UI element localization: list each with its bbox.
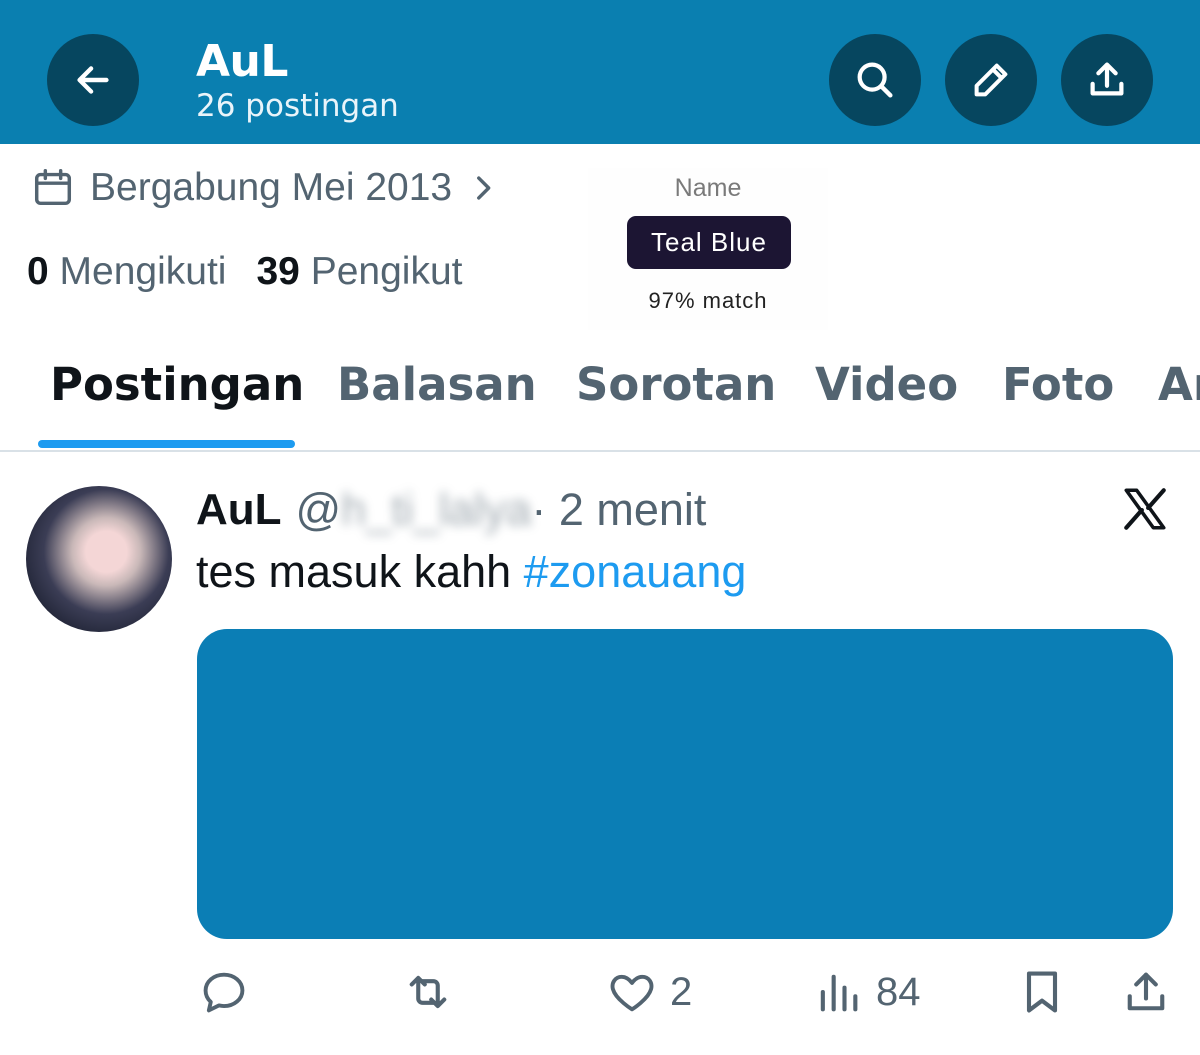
bookmark-button[interactable]: [1016, 966, 1068, 1018]
joined-date-row[interactable]: Bergabung Mei 2013: [30, 163, 500, 213]
view-count: 84: [876, 969, 921, 1014]
views-icon: [820, 974, 858, 1012]
post-header: AuL @h_ti_lalya · 2 menit: [196, 480, 706, 540]
views-button[interactable]: 84: [812, 966, 921, 1018]
search-icon: [857, 62, 893, 98]
reply-icon: [203, 972, 245, 1013]
tab-foto[interactable]: Foto: [1002, 358, 1114, 411]
back-button[interactable]: [47, 34, 139, 126]
hashtag-link[interactable]: #zonauang: [524, 546, 747, 597]
post-body: tes masuk kahh: [196, 546, 524, 597]
following-count: 0: [27, 250, 49, 293]
profile-tabs: Postingan Balasan Sorotan Video Foto Ar: [0, 330, 1200, 452]
color-name-label: Name: [674, 174, 742, 202]
calendar-icon: [34, 169, 72, 206]
color-name-value: Teal Blue: [627, 216, 791, 269]
like-count: 2: [670, 969, 693, 1014]
handle-blurred: h_ti_lalya: [341, 484, 532, 535]
active-tab-indicator: [38, 440, 295, 448]
post-share-button[interactable]: [1120, 966, 1172, 1018]
post-author-handle[interactable]: @h_ti_lalya: [296, 484, 532, 536]
chevron-right-icon: [477, 176, 491, 200]
following-label: Mengikuti: [59, 250, 227, 293]
heart-icon: [610, 974, 654, 1012]
tab-artikel[interactable]: Ar: [1158, 358, 1200, 411]
edit-button[interactable]: [945, 34, 1037, 126]
post-count: 26 postingan: [196, 88, 399, 124]
post-time: · 2 menit: [531, 484, 707, 535]
post-actions: 2 84: [0, 962, 1200, 1026]
back-arrow-icon: [77, 66, 109, 94]
repost-button[interactable]: [402, 966, 454, 1018]
share-button[interactable]: [1061, 34, 1153, 126]
followers-link[interactable]: 39 Pengikut: [256, 250, 462, 294]
color-match: 97% match: [648, 288, 768, 313]
profile-name-title: AuL: [196, 36, 288, 87]
top-bar: AuL 26 postingan: [0, 0, 1200, 144]
color-name-popup: Name Teal Blue 97% match: [588, 168, 828, 330]
post-media[interactable]: [197, 629, 1173, 939]
pencil-icon: [974, 63, 1008, 97]
reply-button[interactable]: [198, 966, 250, 1018]
repost-icon: [409, 975, 447, 1009]
handle-prefix: @: [295, 484, 342, 535]
search-button[interactable]: [829, 34, 921, 126]
tab-sorotan[interactable]: Sorotan: [576, 358, 776, 411]
avatar[interactable]: [26, 486, 172, 632]
bookmark-icon: [1026, 971, 1058, 1013]
tab-postingan[interactable]: Postingan: [50, 358, 304, 411]
tab-balasan[interactable]: Balasan: [337, 358, 537, 411]
share-icon: [1090, 62, 1124, 96]
follow-stats: 0 Mengikuti 39 Pengikut: [27, 250, 462, 294]
x-logo-icon: [1124, 488, 1166, 530]
followers-count: 39: [256, 250, 300, 293]
tab-video[interactable]: Video: [815, 358, 958, 411]
post-text: tes masuk kahh #zonauang: [196, 546, 746, 598]
like-button[interactable]: 2: [606, 966, 692, 1018]
following-link[interactable]: 0 Mengikuti: [27, 250, 226, 294]
joined-date: Bergabung Mei 2013: [90, 166, 453, 209]
post-author-name[interactable]: AuL: [196, 485, 282, 535]
followers-label: Pengikut: [310, 250, 463, 293]
share-icon: [1127, 972, 1165, 1011]
